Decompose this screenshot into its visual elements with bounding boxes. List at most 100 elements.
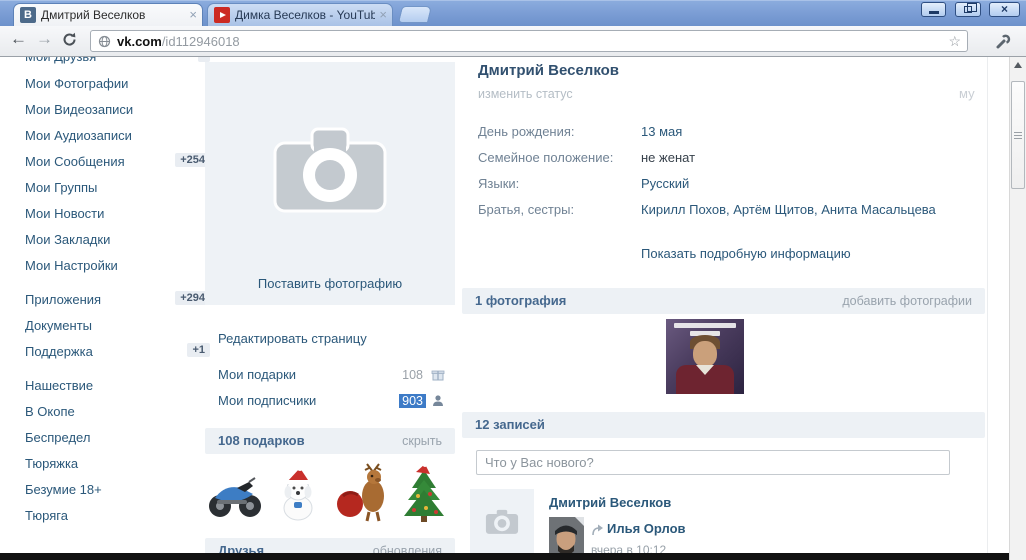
sidebar-item-vokope[interactable]: В Окопе (25, 404, 185, 422)
reload-button[interactable] (62, 32, 77, 52)
browser-toolbar: ← → vk.com/id112946018 ☆ (0, 26, 1026, 57)
gift-icon (431, 368, 445, 385)
scrollbar-thumb[interactable] (1011, 81, 1025, 189)
show-full-info-link[interactable]: Показать подробную информацию (641, 246, 851, 261)
scrollbar-grip (1014, 135, 1022, 136)
birthday-value-link[interactable]: 13 мая (641, 121, 682, 143)
tab-close-icon[interactable]: × (379, 7, 387, 22)
upload-photo-link[interactable]: Поставить фотографию (205, 276, 455, 291)
siblings-value-links[interactable]: Кирилл Похов, Артём Щитов, Анита Масальц… (641, 199, 936, 221)
sidebar-item-bespredel[interactable]: Беспредел (25, 430, 185, 448)
meme-caption-line (674, 323, 736, 328)
tab-title: Димка Веселков - YouTub (235, 8, 375, 22)
repost-author-link[interactable]: Илья Орлов (607, 521, 686, 536)
hide-gifts-link[interactable]: скрыть (402, 434, 442, 448)
followers-counter-row: Мои подписчики 903 (205, 391, 455, 413)
window-controls: × (917, 2, 1020, 18)
minimize-button[interactable] (921, 2, 947, 17)
photo-thumbnail-meme[interactable] (666, 319, 744, 394)
wall-header-title: 12 записей (475, 417, 545, 432)
my-followers-link[interactable]: Мои подписчики (218, 393, 316, 408)
restore-button[interactable] (954, 2, 981, 17)
close-icon: × (1000, 2, 1008, 16)
sidebar-item-news[interactable]: Мои Новости (25, 206, 185, 224)
page-scrollbar[interactable] (1009, 57, 1026, 560)
globe-icon (98, 35, 111, 48)
sidebar-item-bezumie[interactable]: Безумие 18+ (25, 482, 185, 500)
change-status-link[interactable]: изменить статус (478, 87, 573, 101)
taskbar-edge (0, 553, 1009, 560)
scrollbar-grip (1014, 132, 1022, 133)
sidebar-item-photos[interactable]: Мои Фотографии (25, 76, 185, 94)
photos-header-title: 1 фотография (475, 293, 567, 308)
url-host: vk.com (117, 34, 162, 49)
followers-icon (431, 394, 445, 411)
sidebar-item-documents[interactable]: Документы (25, 318, 185, 336)
gift-reindeer-icon[interactable] (333, 462, 389, 524)
profile-avatar-placeholder: Поставить фотографию (205, 62, 455, 305)
wall-section-header: 12 записей (462, 412, 985, 438)
browser-window: В Дмитрий Веселков × Димка Веселков - Yo… (0, 0, 1026, 560)
sidebar-item-messages[interactable]: Мои Сообщения +254 (25, 153, 210, 172)
forward-button[interactable]: → (36, 29, 53, 49)
sidebar-item-audio[interactable]: Мои Аудиозаписи (25, 128, 185, 146)
sidebar-badge: +1 (187, 343, 210, 357)
restore-icon (963, 3, 977, 13)
tab-close-icon[interactable]: × (189, 7, 197, 22)
sidebar-item-support[interactable]: Поддержка +1 (25, 343, 210, 362)
sidebar-item-tyuryazhka[interactable]: Тюряжка (25, 456, 185, 474)
scrollbar-up-arrow[interactable] (1010, 57, 1026, 74)
gifts-count: 108 (402, 368, 423, 382)
url-path: /id112946018 (161, 34, 240, 49)
close-button[interactable]: × (989, 2, 1020, 17)
photos-section-header: 1 фотография добавить фотографии (462, 288, 985, 314)
bookmark-star-icon[interactable]: ☆ (948, 33, 961, 50)
url-text: vk.com/id112946018 (117, 34, 240, 49)
clipped-text-fragment: му (959, 86, 975, 101)
sidebar-item-videos[interactable]: Мои Видеозаписи (25, 102, 185, 120)
gifts-header-title: 108 подарков (218, 433, 305, 448)
followers-count-selected: 903 (399, 394, 426, 408)
gift-christmas-tree-icon[interactable] (396, 462, 452, 524)
profile-name: Дмитрий Веселков (478, 62, 620, 79)
url-bar[interactable]: vk.com/id112946018 ☆ (90, 30, 968, 52)
sidebar-item-apps[interactable]: Приложения +294 (25, 291, 210, 310)
back-button[interactable]: ← (10, 29, 27, 49)
sidebar-item-nashestvie[interactable]: Нашествие (25, 378, 185, 396)
gifts-section-header: 108 подарков скрыть (205, 428, 455, 454)
tab-title: Дмитрий Веселков (41, 8, 146, 22)
post-author-avatar-placeholder[interactable] (470, 489, 534, 553)
add-photos-link[interactable]: добавить фотографии (842, 294, 972, 308)
tab-strip: В Дмитрий Веселков × Димка Веселков - Yo… (0, 0, 1026, 26)
gift-puppy-santa-icon[interactable] (270, 462, 326, 524)
post-author-link[interactable]: Дмитрий Веселков (549, 495, 671, 510)
new-tab-button[interactable] (397, 6, 433, 23)
vk-page: Мои Друзья Мои Фотографии Мои Видеозапис… (0, 48, 1026, 560)
column-divider (987, 57, 988, 553)
camera-icon (265, 117, 395, 222)
scrollbar-grip (1014, 138, 1022, 139)
wall-composer-input[interactable] (476, 450, 950, 475)
settings-wrench-button[interactable] (994, 33, 1011, 55)
meme-face (693, 341, 717, 367)
sidebar-item-tyuryaga[interactable]: Тюряга (25, 508, 185, 526)
sidebar-item-groups[interactable]: Мои Группы (25, 180, 185, 198)
languages-value-link[interactable]: Русский (641, 173, 689, 195)
gifts-counter-row: Мои подарки 108 (205, 365, 455, 387)
wrench-icon (996, 34, 1011, 49)
minimize-icon (929, 11, 940, 14)
gift-motorcycle-icon[interactable] (207, 462, 263, 524)
sidebar-item-bookmarks[interactable]: Мои Закладки (25, 232, 185, 250)
vk-favicon: В (20, 7, 36, 23)
relationship-value: не женат (641, 150, 696, 165)
camera-icon (485, 509, 519, 534)
sidebar-item-settings[interactable]: Мои Настройки (25, 258, 185, 276)
tab-vk-profile[interactable]: В Дмитрий Веселков × (13, 3, 203, 26)
reload-icon (63, 32, 76, 46)
repost-author-avatar[interactable] (549, 517, 584, 557)
youtube-favicon (214, 7, 230, 23)
my-gifts-link[interactable]: Мои подарки (218, 367, 296, 382)
tab-youtube[interactable]: Димка Веселков - YouTub × (207, 3, 393, 26)
repost-arrow-icon (591, 523, 604, 541)
edit-page-link[interactable]: Редактировать страницу (218, 331, 367, 346)
